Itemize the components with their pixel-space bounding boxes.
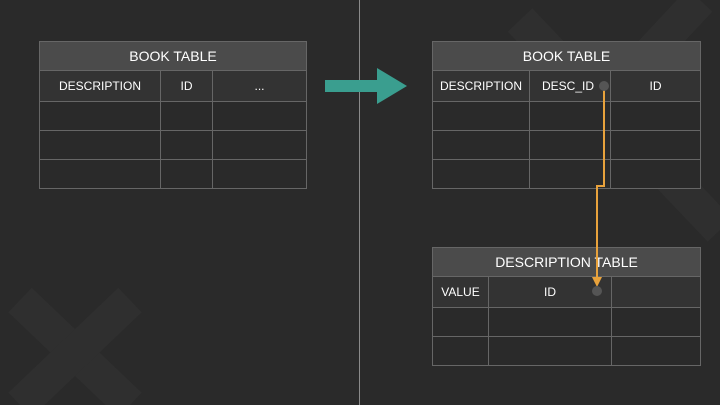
table-cell xyxy=(432,336,489,366)
column-header-description: DESCRIPTION xyxy=(39,70,161,102)
column-header-description: DESCRIPTION xyxy=(432,70,530,102)
column-header-id: ID xyxy=(160,70,213,102)
table-cell xyxy=(160,159,213,189)
column-header-desc-id: DESC_ID xyxy=(529,70,611,102)
column-header-id: ID xyxy=(610,70,701,102)
column-header-empty xyxy=(611,276,701,308)
table-cell xyxy=(529,159,611,189)
table-cell xyxy=(529,101,611,131)
table-row xyxy=(432,159,701,189)
table-row xyxy=(432,130,701,160)
table-cell xyxy=(529,130,611,160)
table-cell xyxy=(432,307,489,337)
table-cell xyxy=(610,101,701,131)
left-book-table-title: BOOK TABLE xyxy=(39,41,307,71)
left-book-table: BOOK TABLE DESCRIPTION ID ... xyxy=(39,41,307,189)
table-cell xyxy=(39,159,161,189)
right-arrow-icon xyxy=(325,68,407,104)
table-cell xyxy=(611,307,701,337)
table-cell xyxy=(610,130,701,160)
panel-divider xyxy=(359,0,360,405)
column-header-value: VALUE xyxy=(432,276,489,308)
table-cell xyxy=(160,101,213,131)
description-table-title: DESCRIPTION TABLE xyxy=(432,247,701,277)
column-header-id: ID xyxy=(488,276,612,308)
table-cell xyxy=(610,159,701,189)
table-cell xyxy=(39,130,161,160)
table-cell xyxy=(432,101,530,131)
right-book-table-title: BOOK TABLE xyxy=(432,41,701,71)
right-book-table: BOOK TABLE DESCRIPTION DESC_ID ID xyxy=(432,41,701,189)
table-cell xyxy=(488,307,612,337)
table-cell xyxy=(39,101,161,131)
table-cell xyxy=(432,159,530,189)
table-cell xyxy=(611,336,701,366)
table-cell xyxy=(432,130,530,160)
column-header-ellipsis: ... xyxy=(212,70,307,102)
description-table: DESCRIPTION TABLE VALUE ID xyxy=(432,247,701,366)
table-cell xyxy=(212,101,307,131)
table-row xyxy=(39,130,307,160)
table-row xyxy=(39,101,307,131)
table-cell xyxy=(212,159,307,189)
table-row xyxy=(39,159,307,189)
table-cell xyxy=(212,130,307,160)
table-row xyxy=(432,336,701,366)
table-cell xyxy=(160,130,213,160)
table-row xyxy=(432,307,701,337)
table-cell xyxy=(488,336,612,366)
table-row xyxy=(432,101,701,131)
